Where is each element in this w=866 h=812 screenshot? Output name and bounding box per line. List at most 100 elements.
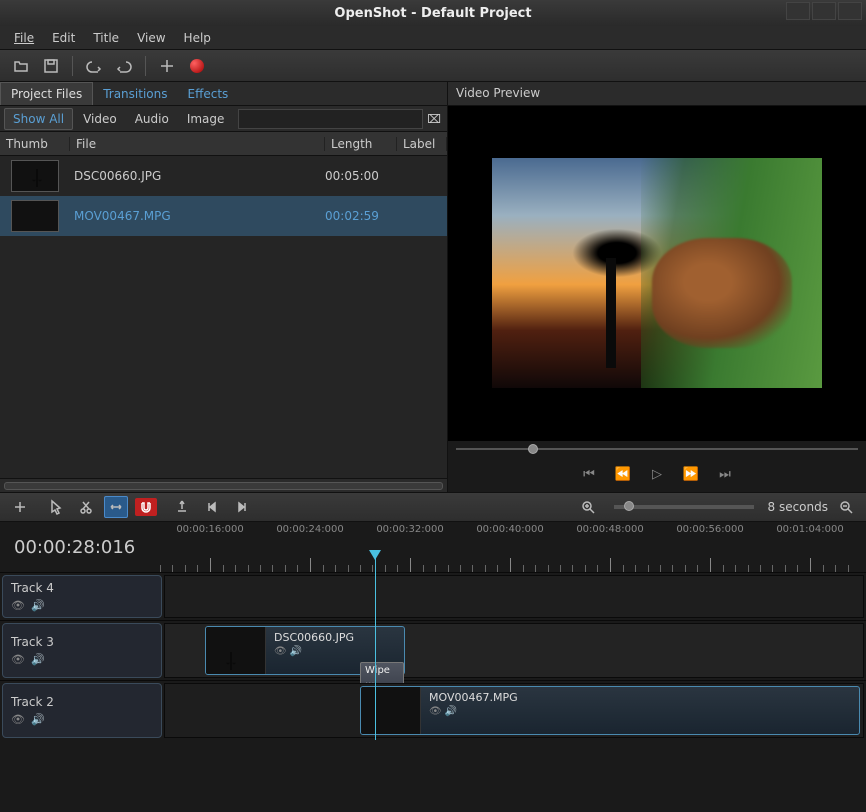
preview-title: Video Preview [448, 82, 866, 106]
file-name: DSC00660.JPG [70, 169, 325, 183]
left-tabs: Project Files Transitions Effects [0, 82, 447, 106]
snap-toggle[interactable] [134, 496, 158, 518]
eye-icon: 👁 [274, 646, 287, 657]
record-icon [190, 59, 204, 73]
track-header[interactable]: Track 2 👁🔊 [2, 683, 162, 738]
track-header[interactable]: Track 4 👁🔊 [2, 575, 162, 618]
add-marker-button[interactable] [170, 496, 194, 518]
play-button[interactable]: ▷ [645, 464, 669, 484]
window-title: OpenShot - Default Project [334, 6, 531, 21]
pointer-tool[interactable] [44, 496, 68, 518]
skip-end-button[interactable]: ⏭ [713, 464, 737, 484]
speaker-icon[interactable]: 🔊 [31, 653, 45, 666]
file-length: 00:05:00 [325, 169, 397, 183]
magnet-icon [135, 498, 157, 516]
playhead[interactable] [375, 552, 376, 572]
preview-panel: Video Preview ⏮ ⏪ ▷ ⏩ ⏭ [448, 82, 866, 492]
menubar: File Edit Title View Help [0, 26, 866, 50]
zoom-label: 8 seconds [768, 500, 829, 514]
filter-video[interactable]: Video [75, 109, 125, 129]
razor-tool[interactable] [74, 496, 98, 518]
track-body[interactable] [164, 575, 864, 618]
file-name: MOV00467.MPG [70, 209, 325, 223]
file-row[interactable]: MOV00467.MPG 00:02:59 [0, 196, 447, 236]
eye-icon: 👁 [429, 706, 442, 717]
main-toolbar [0, 50, 866, 82]
next-marker-button[interactable] [230, 496, 254, 518]
track: Track 4 👁🔊 [0, 572, 866, 620]
file-table-header: Thumb File Length Label [0, 132, 447, 156]
preview-image [492, 158, 822, 388]
speaker-icon[interactable]: 🔊 [31, 713, 45, 726]
save-button[interactable] [38, 54, 64, 78]
transport-controls: ⏮ ⏪ ▷ ⏩ ⏭ [448, 456, 866, 492]
filter-bar: Show All Video Audio Image ⌧ [0, 106, 447, 132]
timeline: 00:00:28:016 00:00:16:000 00:00:24:000 0… [0, 522, 866, 740]
clear-search-button[interactable]: ⌧ [425, 112, 443, 126]
resize-tool[interactable] [104, 496, 128, 518]
add-track-button[interactable] [8, 496, 32, 518]
speaker-icon: 🔊 [290, 646, 302, 657]
zoom-in-button[interactable] [576, 496, 600, 518]
tab-effects[interactable]: Effects [178, 83, 239, 105]
filter-show-all[interactable]: Show All [4, 108, 73, 130]
menu-help[interactable]: Help [176, 29, 219, 47]
clip-thumbnail [361, 687, 421, 734]
file-list[interactable]: DSC00660.JPG 00:05:00 MOV00467.MPG 00:02… [0, 156, 447, 478]
file-row[interactable]: DSC00660.JPG 00:05:00 [0, 156, 447, 196]
col-label[interactable]: Label [397, 137, 447, 151]
zoom-out-button[interactable] [834, 496, 858, 518]
eye-icon[interactable]: 👁 [11, 653, 25, 666]
file-thumbnail [11, 200, 59, 232]
project-panel: Project Files Transitions Effects Show A… [0, 82, 448, 492]
timeline-toolbar: 8 seconds [0, 492, 866, 522]
maximize-button[interactable] [812, 2, 836, 20]
track: Track 2 👁🔊 MOV00467.MPG 👁 🔊 [0, 680, 866, 740]
eye-icon[interactable]: 👁 [11, 713, 25, 726]
redo-button[interactable] [111, 54, 137, 78]
file-length: 00:02:59 [325, 209, 397, 223]
speaker-icon: 🔊 [445, 706, 457, 717]
menu-file[interactable]: File [6, 29, 42, 47]
timeline-ruler[interactable]: 00:00:16:000 00:00:24:000 00:00:32:000 0… [160, 522, 866, 572]
track: Track 3 👁🔊 DSC00660.JPG 👁 🔊 Wipe ... [0, 620, 866, 680]
export-button[interactable] [184, 54, 210, 78]
track-header[interactable]: Track 3 👁🔊 [2, 623, 162, 678]
open-button[interactable] [8, 54, 34, 78]
clip-name: DSC00660.JPG [274, 631, 396, 644]
undo-button[interactable] [81, 54, 107, 78]
eye-icon[interactable]: 👁 [11, 599, 25, 612]
file-thumbnail [11, 160, 59, 192]
rewind-button[interactable]: ⏪ [611, 464, 635, 484]
clip-name: MOV00467.MPG [429, 691, 851, 704]
current-time: 00:00:28:016 [0, 522, 160, 572]
clip[interactable]: MOV00467.MPG 👁 🔊 [360, 686, 860, 735]
filter-image[interactable]: Image [179, 109, 233, 129]
speaker-icon[interactable]: 🔊 [31, 599, 45, 612]
menu-view[interactable]: View [129, 29, 173, 47]
track-body[interactable]: MOV00467.MPG 👁 🔊 [164, 683, 864, 738]
fast-forward-button[interactable]: ⏩ [679, 464, 703, 484]
file-list-scrollbar[interactable] [0, 478, 447, 492]
clip-thumbnail [206, 627, 266, 674]
preview-slider[interactable] [448, 440, 866, 456]
zoom-slider[interactable] [614, 505, 754, 509]
tab-transitions[interactable]: Transitions [93, 83, 177, 105]
col-file[interactable]: File [70, 137, 325, 151]
timeline-tracks: Track 4 👁🔊 Track 3 👁🔊 DSC00660.JPG 👁 🔊 [0, 572, 866, 740]
minimize-button[interactable] [786, 2, 810, 20]
col-length[interactable]: Length [325, 137, 397, 151]
menu-title[interactable]: Title [85, 29, 127, 47]
filter-audio[interactable]: Audio [127, 109, 177, 129]
preview-viewport[interactable] [448, 106, 866, 440]
track-body[interactable]: DSC00660.JPG 👁 🔊 Wipe ... [164, 623, 864, 678]
skip-start-button[interactable]: ⏮ [577, 464, 601, 484]
tab-project-files[interactable]: Project Files [0, 82, 93, 105]
filter-search-input[interactable] [238, 109, 423, 129]
titlebar: OpenShot - Default Project [0, 0, 866, 26]
col-thumb[interactable]: Thumb [0, 137, 70, 151]
import-button[interactable] [154, 54, 180, 78]
prev-marker-button[interactable] [200, 496, 224, 518]
close-button[interactable] [838, 2, 862, 20]
menu-edit[interactable]: Edit [44, 29, 83, 47]
